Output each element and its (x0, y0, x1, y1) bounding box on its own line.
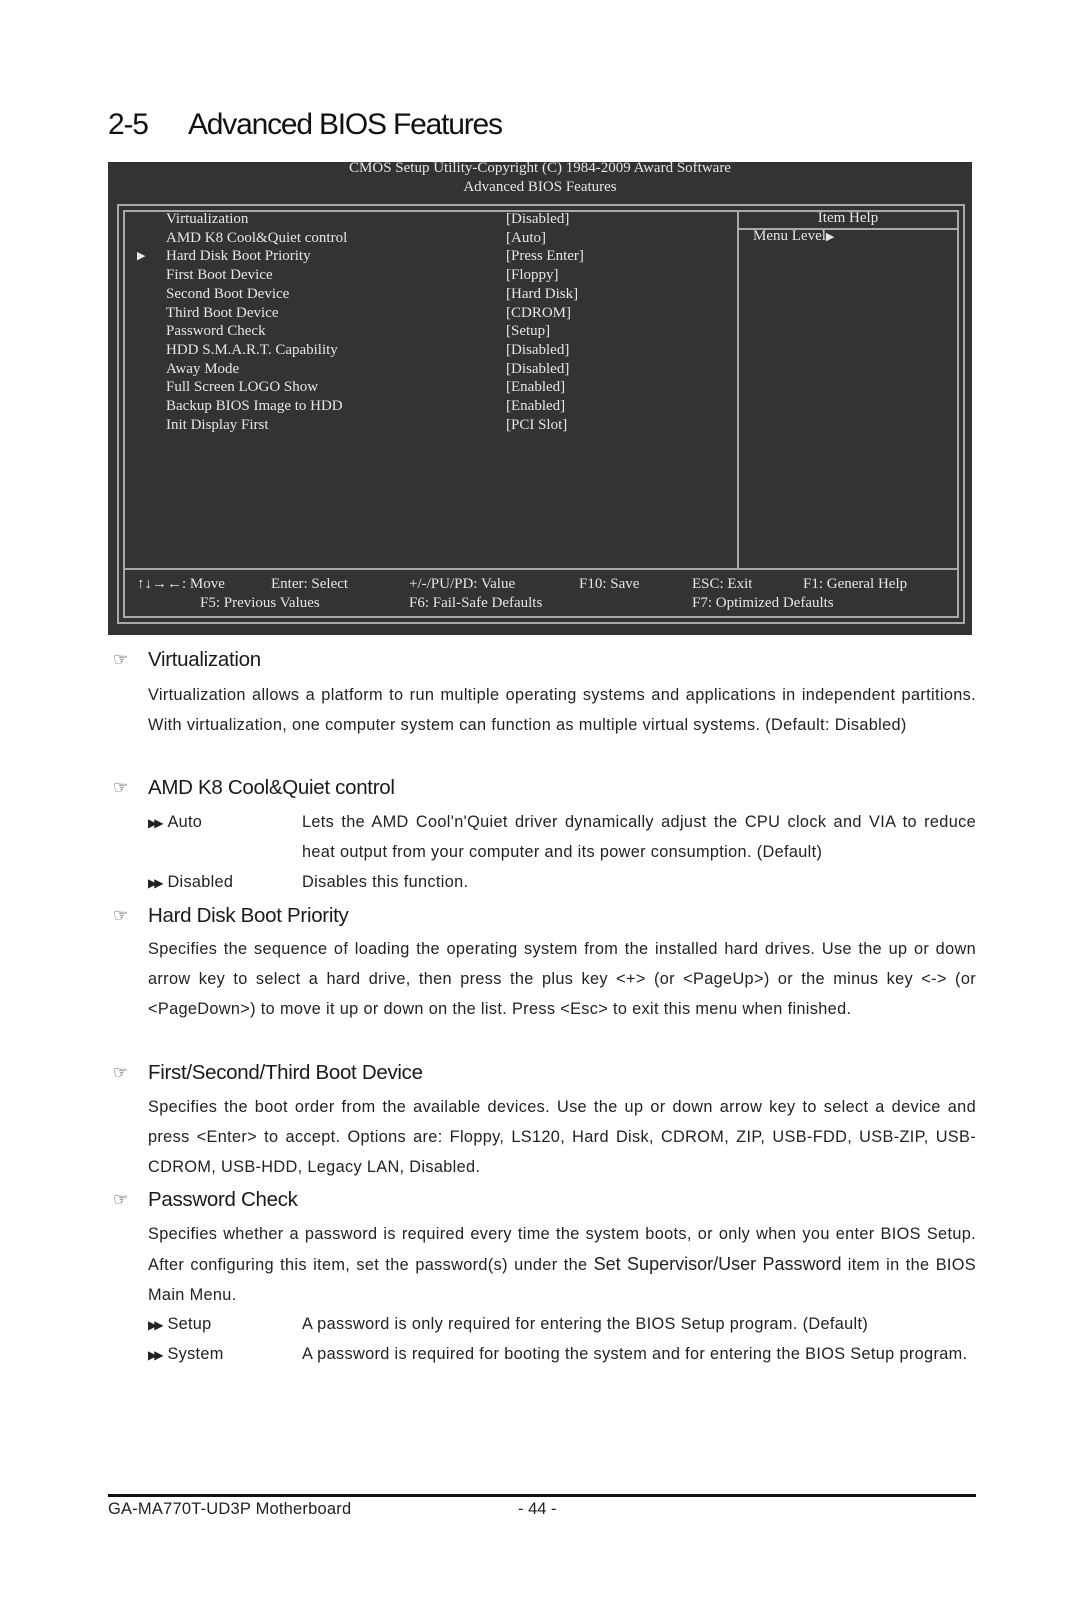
menu-level-arrow-icon: ▶ (825, 231, 835, 243)
option-system: ▶▶ System (148, 1339, 224, 1370)
heading-text: Password Check (148, 1188, 298, 1211)
setting-label: Virtualization (166, 211, 249, 227)
submenu-arrow-icon: ▶ (137, 250, 146, 263)
bios-frame-outer: Virtualization [Disabled] AMD K8 Cool&Quie… (117, 204, 965, 624)
footer-product: GA-MA770T-UD3P Motherboard (108, 1500, 352, 1518)
setting-value[interactable]: [PCI Slot] (506, 416, 567, 435)
setting-value[interactable]: [Enabled] (506, 378, 565, 397)
heading-text: Virtualization (148, 648, 261, 671)
footer-rule (108, 1494, 976, 1497)
option-auto-description: Lets the AMD Cool'n'Quiet driver dynamic… (302, 813, 976, 861)
bios-screenshot: CMOS Setup Utility-Copyright (C) 1984-20… (108, 160, 972, 635)
menu-level-label: Menu Level (753, 228, 826, 244)
heading-coolquiet: ☞ AMD K8 Cool&Quiet control (113, 776, 395, 800)
setting-value[interactable]: [Disabled] (506, 341, 569, 360)
setting-label: Password Check (166, 323, 266, 340)
option-setup: ▶▶ Setup (148, 1309, 212, 1340)
keys-divider (125, 568, 957, 570)
menu-reference: Set Supervisor/User Password (593, 1254, 842, 1274)
hand-pointer-icon: ☞ (113, 1190, 128, 1209)
setting-value[interactable]: [Floppy] (506, 266, 559, 285)
option-disabled: ▶▶ Disabled (148, 867, 233, 898)
option-auto: ▶▶ Auto (148, 807, 202, 838)
heading-text: AMD K8 Cool&Quiet control (148, 776, 395, 799)
item-help-title: Item Help (817, 210, 879, 226)
setting-value[interactable]: [CDROM] (506, 304, 571, 323)
section-title: Advanced BIOS Features (188, 108, 503, 141)
hand-pointer-icon: ☞ (113, 778, 128, 797)
page-title: 2-5 Advanced BIOS Features (108, 108, 503, 142)
double-arrow-bullet-icon: ▶▶ (148, 1348, 164, 1362)
heading-text: First/Second/Third Boot Device (148, 1061, 423, 1084)
key-save: F10: Save (579, 576, 640, 592)
section-number: 2-5 (108, 108, 149, 141)
option-name: System (167, 1345, 224, 1363)
heading-hdd-boot-priority: ☞ Hard Disk Boot Priority (113, 904, 349, 928)
setting-label: First Boot Device (166, 267, 273, 284)
bios-frame-inner: Virtualization [Disabled] AMD K8 Cool&Quie… (123, 210, 959, 618)
hand-pointer-icon: ☞ (113, 650, 128, 669)
option-setup-description: A password is only required for entering… (302, 1315, 869, 1333)
setting-value[interactable]: [Hard Disk] (506, 285, 578, 304)
double-arrow-bullet-icon: ▶▶ (148, 876, 164, 890)
key-exit: ESC: Exit (692, 576, 753, 592)
setting-value[interactable]: [Setup] (506, 322, 550, 341)
option-system-description: A password is required for booting the s… (302, 1345, 968, 1363)
setting-label: AMD K8 Cool&Quiet control (166, 229, 348, 246)
key-optimized-defaults: F7: Optimized Defaults (692, 595, 834, 611)
hdd-priority-description: Specifies the sequence of loading the op… (148, 940, 976, 1018)
setting-value[interactable]: [Disabled] (506, 360, 569, 379)
option-name: Setup (167, 1315, 212, 1333)
heading-virtualization: ☞ Virtualization (113, 648, 261, 672)
bios-header-copyright: CMOS Setup Utility-Copyright (C) 1984-20… (349, 160, 731, 176)
key-general-help: F1: General Help (803, 576, 908, 592)
double-arrow-bullet-icon: ▶▶ (148, 1318, 164, 1332)
setting-label: Init Display First (166, 416, 269, 433)
setting-label: HDD S.M.A.R.T. Capability (166, 341, 338, 358)
hand-pointer-icon: ☞ (113, 906, 128, 925)
setting-label: Away Mode (166, 360, 240, 377)
hand-pointer-icon: ☞ (113, 1063, 128, 1082)
boot-device-description: Specifies the boot order from the availa… (148, 1098, 976, 1176)
heading-password-check: ☞ Password Check (113, 1188, 298, 1212)
key-value: +/-/PU/PD: Value (409, 576, 516, 592)
setting-value[interactable]: [Enabled] (506, 397, 565, 416)
help-divider (737, 212, 739, 568)
heading-text: Hard Disk Boot Priority (148, 904, 349, 927)
key-failsafe-defaults: F6: Fail-Safe Defaults (409, 595, 543, 611)
option-name: Disabled (167, 873, 234, 891)
setting-label: Full Screen LOGO Show (166, 379, 319, 396)
bios-header-title: Advanced BIOS Features (463, 179, 617, 195)
setting-label: Third Boot Device (166, 304, 279, 321)
help-menu-level: Menu Level▶ (753, 228, 834, 245)
option-disabled-description: Disables this function. (302, 873, 469, 891)
key-move: ↑↓→←: Move (137, 576, 225, 592)
footer-page-number: - 44 - (518, 1500, 557, 1518)
heading-boot-device: ☞ First/Second/Third Boot Device (113, 1061, 423, 1085)
virtualization-description: Virtualization allows a platform to run … (148, 686, 976, 734)
setting-value[interactable]: [Disabled] (506, 210, 569, 229)
setting-value[interactable]: [Press Enter] (506, 247, 584, 266)
double-arrow-bullet-icon: ▶▶ (148, 816, 164, 830)
setting-label: Hard Disk Boot Priority (166, 248, 311, 265)
setting-label: Backup BIOS Image to HDD (166, 398, 343, 414)
setting-label: Second Boot Device (166, 285, 290, 302)
password-description: Specifies whether a password is required… (148, 1225, 977, 1304)
setting-value[interactable]: [Auto] (506, 229, 546, 248)
key-previous-values: F5: Previous Values (200, 595, 320, 611)
key-select: Enter: Select (271, 576, 349, 592)
option-name: Auto (167, 813, 203, 831)
